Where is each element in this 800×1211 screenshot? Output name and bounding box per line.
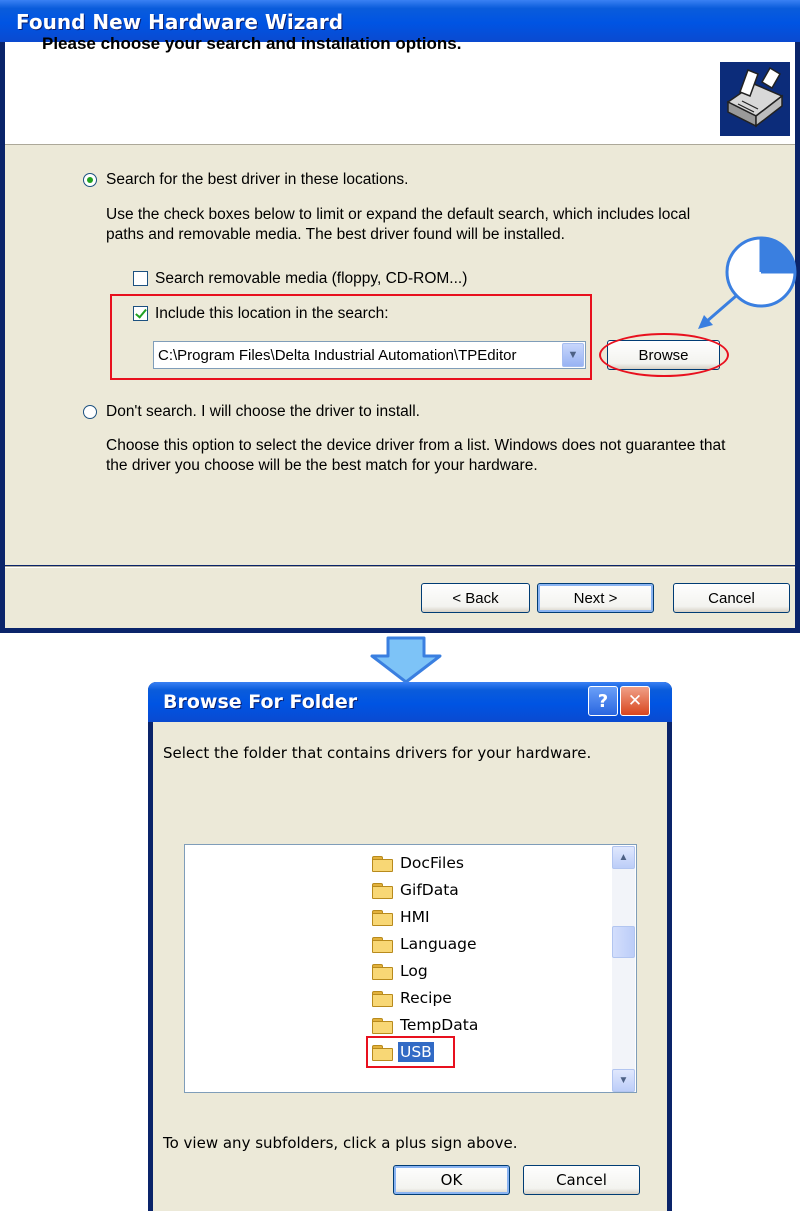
tree-item-label: DocFiles [400,854,464,872]
wizard-title: Found New Hardware Wizard [16,10,344,34]
removable-media-checkbox[interactable] [133,271,148,286]
wizard-header-title: Please choose your search and installati… [42,34,462,53]
tree-item-label: Log [400,962,428,980]
location-highlight-box [110,294,592,380]
dont-search-description-line1: Choose this option to select the device … [106,437,726,454]
back-button[interactable]: < Back [421,583,530,613]
folder-icon [372,1017,393,1034]
search-option-label: Search for the best driver in these loca… [106,171,409,188]
tree-item-label: GifData [400,881,459,899]
tree-scrollbar[interactable]: ▲ ▼ [612,846,635,1092]
browse-instruction: Select the folder that contains drivers … [163,744,592,762]
browse-cancel-button[interactable]: Cancel [523,1165,640,1195]
folder-icon [372,963,393,980]
scroll-thumb[interactable] [612,926,635,958]
dont-search-radio[interactable] [83,405,97,419]
cancel-button[interactable]: Cancel [673,583,790,613]
pie-step-icon [698,236,797,329]
help-button[interactable]: ? [588,686,618,716]
scroll-down-icon[interactable]: ▼ [612,1069,635,1092]
help-icon: ? [597,690,609,712]
next-button[interactable]: Next > [537,583,654,613]
scroll-up-icon[interactable]: ▲ [612,846,635,869]
browse-title: Browse For Folder [163,691,358,713]
dont-search-description-line2: the driver you choose will be the best m… [106,457,538,474]
tree-item-language[interactable]: Language [372,933,479,955]
search-description-line1: Use the check boxes below to limit or ex… [106,206,691,223]
browse-hint: To view any subfolders, click a plus sig… [163,1134,518,1152]
search-radio[interactable] [83,173,97,187]
tree-item-label: HMI [400,908,430,926]
tree-item-hmi[interactable]: HMI [372,906,432,928]
tree-item-recipe[interactable]: Recipe [372,987,454,1009]
search-description-line2: paths and removable media. The best driv… [106,226,565,243]
tree-item-gifdata[interactable]: GifData [372,879,461,901]
close-icon: ✕ [627,691,643,711]
tree-item-tempdata[interactable]: TempData [372,1014,480,1036]
folder-icon [372,990,393,1007]
ok-button[interactable]: OK [393,1165,510,1195]
tree-item-docfiles[interactable]: DocFiles [372,852,466,874]
tree-item-label: TempData [400,1016,479,1034]
tree-item-label: Recipe [400,989,452,1007]
browse-title-bar: Browse For Folder ? ✕ [148,682,672,722]
folder-icon [372,909,393,926]
dont-search-option-label: Don't search. I will choose the driver t… [106,403,420,420]
hardware-install-icon [720,62,790,136]
folder-icon [372,882,393,899]
tree-item-label: Language [400,935,477,953]
down-arrow-icon [370,636,442,684]
tree-item-log[interactable]: Log [372,960,430,982]
folder-icon [372,936,393,953]
folder-icon [372,855,393,872]
close-button[interactable]: ✕ [620,686,650,716]
wizard-header [5,42,795,145]
removable-media-label: Search removable media (floppy, CD-ROM..… [155,270,468,287]
usb-highlight-box [366,1036,455,1068]
